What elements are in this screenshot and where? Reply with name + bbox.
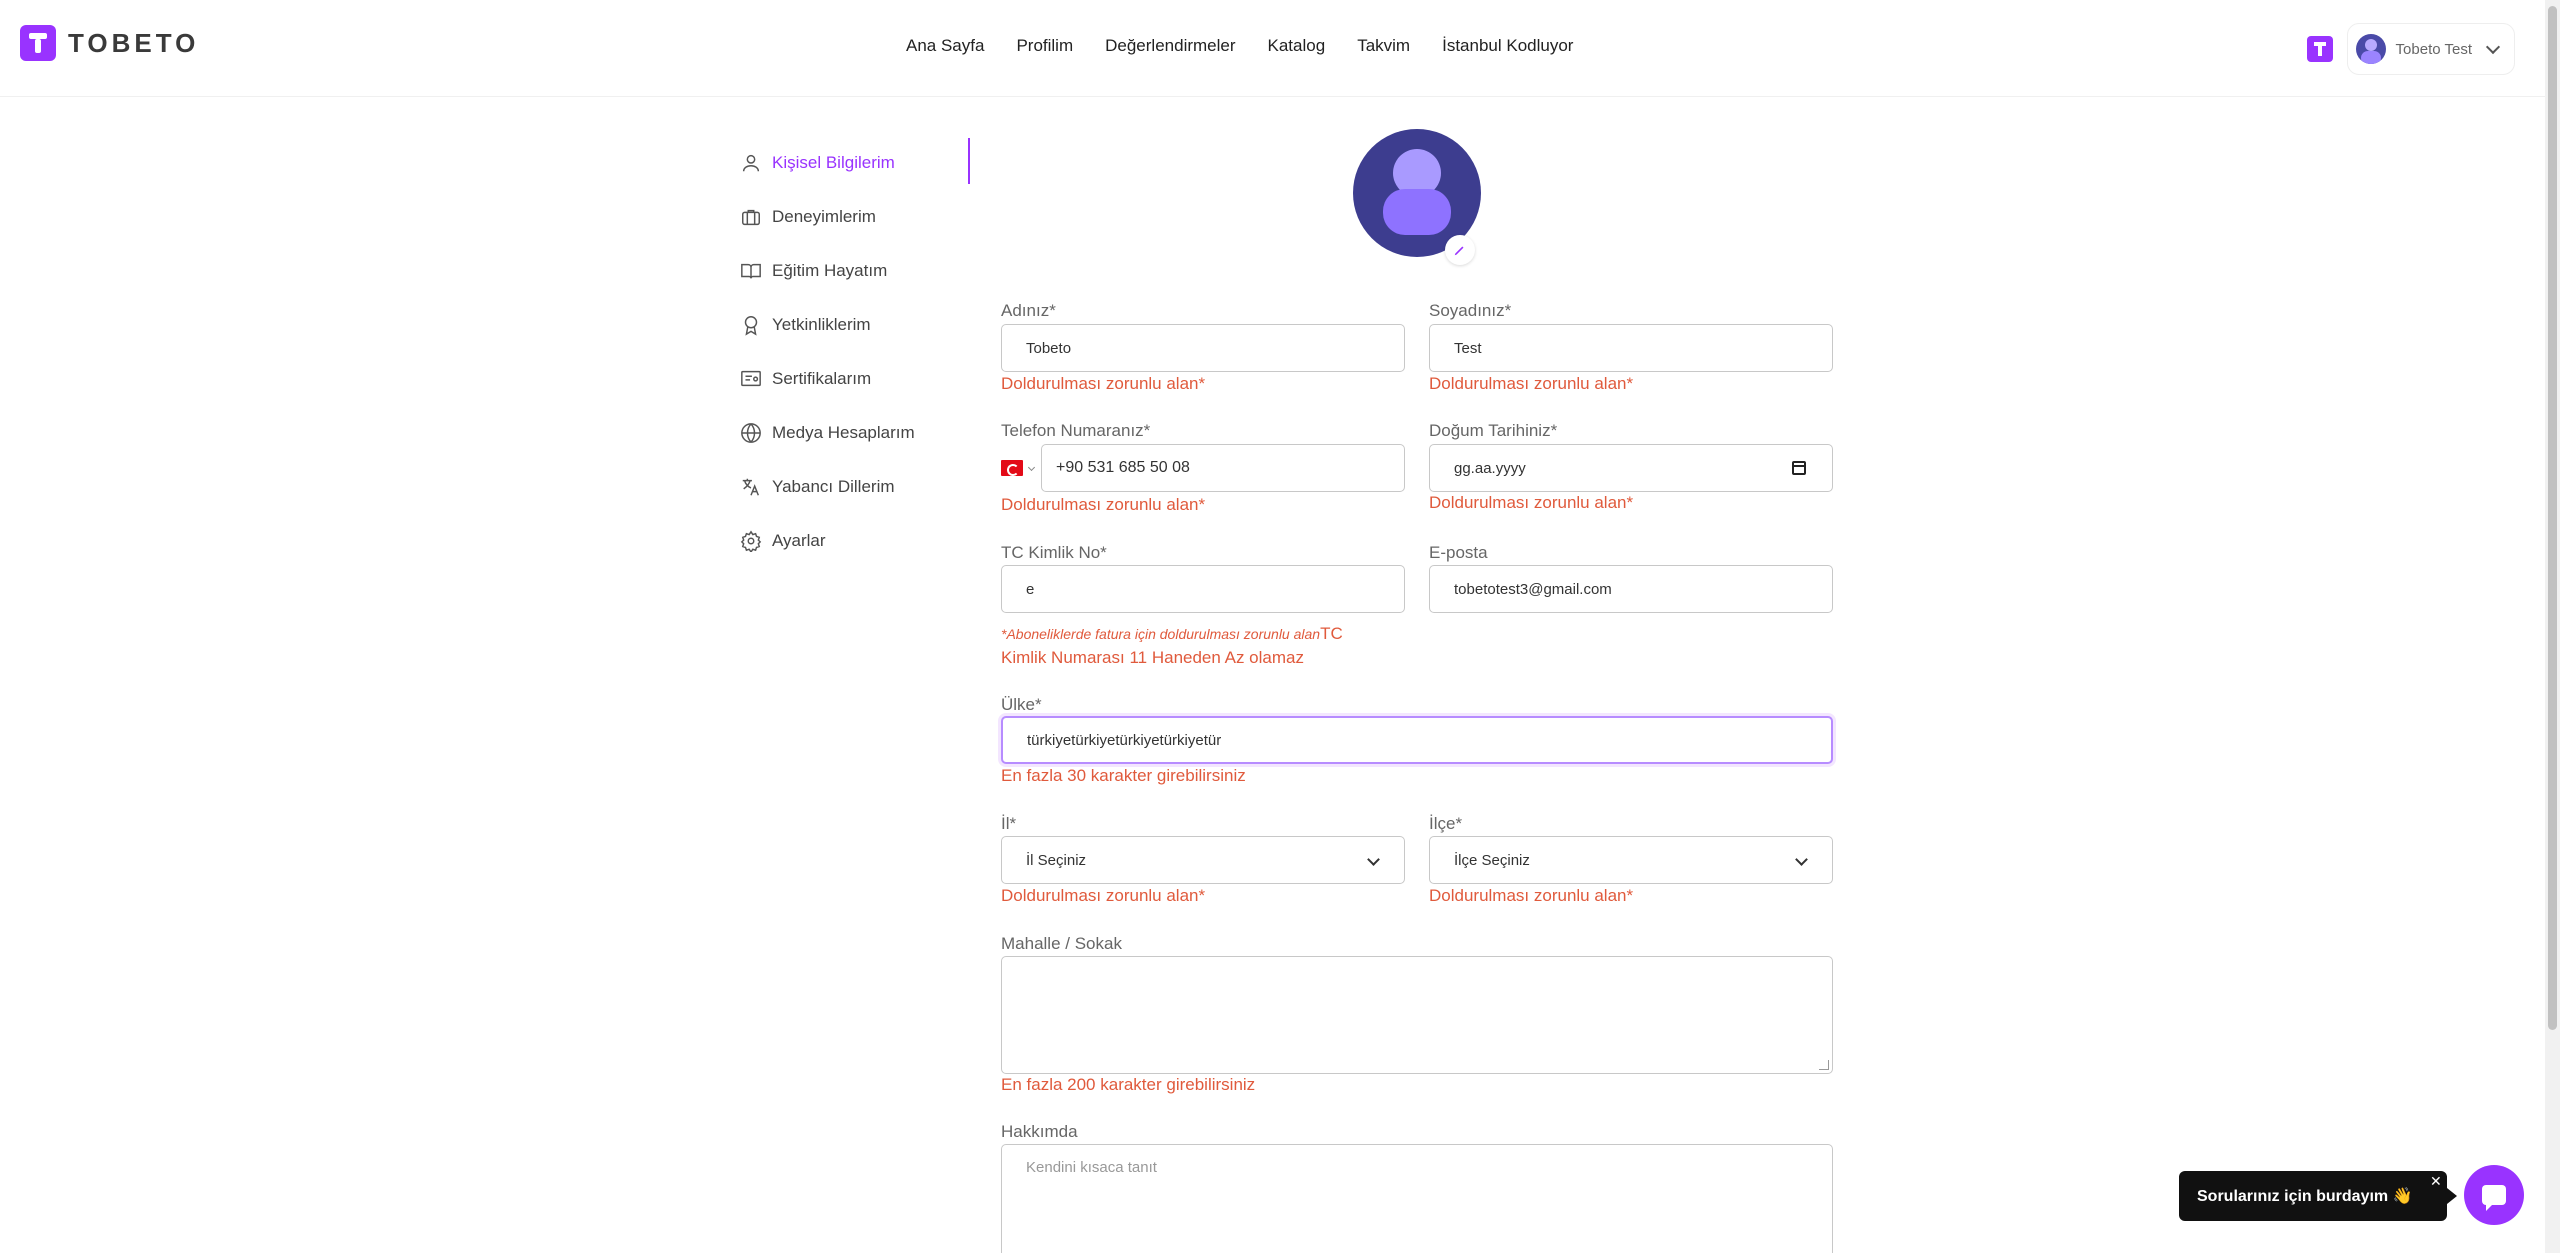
close-icon[interactable]: ✕	[2430, 1173, 2442, 1190]
turkey-flag-icon[interactable]	[1001, 460, 1023, 476]
phone-label: Telefon Numaranız*	[1001, 421, 1151, 440]
about-textarea[interactable]: Kendini kısaca tanıt	[1001, 1144, 1833, 1253]
district-select-value: İlçe Seçiniz	[1454, 851, 1530, 869]
sidebar-item-ayarlar[interactable]: Ayarlar	[740, 514, 970, 568]
chevron-down-icon	[2485, 39, 2501, 55]
street-label: Mahalle / Sokak	[1001, 934, 1122, 953]
sidebar-item-label: Medya Hesaplarım	[772, 423, 915, 442]
chat-icon	[2482, 1185, 2506, 1211]
header-right: Tobeto Test	[2306, 23, 2515, 75]
country-error: En fazla 30 karakter girebilirsiniz	[1001, 766, 1246, 785]
district-label: İlçe*	[1429, 814, 1463, 833]
pencil-icon	[1454, 246, 1464, 256]
chevron-down-icon	[1795, 853, 1808, 866]
first-name-error: Doldurulması zorunlu alan*	[1001, 374, 1206, 393]
city-select[interactable]: İl Seçiniz	[1001, 836, 1405, 884]
chat-button[interactable]	[2464, 1165, 2524, 1225]
sidebar-item-label: Yetkinliklerim	[772, 315, 871, 334]
chevron-down-icon	[1367, 853, 1380, 866]
badge-icon	[740, 314, 762, 336]
last-name-label: Soyadınız*	[1429, 301, 1512, 320]
tc-messages: *Aboneliklerde fatura için doldurulması …	[1001, 622, 1411, 670]
sidebar-item-medya-hesaplarim[interactable]: Medya Hesaplarım	[740, 406, 970, 460]
sidebar-item-label: Ayarlar	[772, 531, 826, 550]
avatar	[2355, 34, 2386, 64]
birth-date-value: gg.aa.yyyy	[1454, 459, 1526, 477]
briefcase-icon	[740, 206, 762, 228]
nav-takvim[interactable]: Takvim	[1357, 36, 1410, 56]
phone-error: Doldurulması zorunlu alan*	[1001, 495, 1206, 514]
user-menu[interactable]: Tobeto Test	[2346, 23, 2515, 75]
email-input[interactable]: tobetotest3@gmail.com	[1429, 565, 1833, 613]
first-name-input[interactable]: Tobeto	[1001, 324, 1405, 372]
calendar-icon[interactable]	[1792, 461, 1806, 475]
book-icon	[740, 260, 762, 282]
nav-degerlendirmeler[interactable]: Değerlendirmeler	[1105, 36, 1235, 56]
sidebar-item-label: Sertifikalarım	[772, 369, 872, 388]
first-name-label: Adınız*	[1001, 301, 1056, 320]
nav-ana-sayfa[interactable]: Ana Sayfa	[906, 36, 984, 56]
resize-handle[interactable]	[1819, 1060, 1829, 1070]
profile-sidebar: Kişisel Bilgilerim Deneyimlerim Eğitim H…	[740, 136, 970, 568]
sidebar-item-egitim-hayatim[interactable]: Eğitim Hayatım	[740, 244, 970, 298]
sidebar-item-kisisel-bilgilerim[interactable]: Kişisel Bilgilerim	[740, 136, 970, 190]
certificate-icon	[740, 368, 762, 390]
street-textarea[interactable]	[1001, 956, 1833, 1074]
sidebar-item-label: Yabancı Dillerim	[772, 477, 895, 496]
nav-istanbul-kodluyor[interactable]: İstanbul Kodluyor	[1442, 36, 1573, 56]
tc-error-part2: Kimlik Numarası 11 Haneden Az olamaz	[1001, 648, 1304, 667]
phone-input[interactable]: +90 531 685 50 08	[1041, 444, 1405, 492]
avatar-body	[1383, 189, 1451, 235]
sidebar-item-label: Eğitim Hayatım	[772, 261, 888, 280]
edit-avatar-button[interactable]	[1445, 235, 1475, 265]
chat-tooltip: Sorularınız için burdayım 👋	[2179, 1171, 2457, 1221]
user-icon	[740, 152, 762, 174]
tobeto-logo[interactable]: TOBETO	[20, 25, 199, 61]
district-error: Doldurulması zorunlu alan*	[1429, 886, 1634, 905]
translate-icon	[740, 476, 762, 498]
globe-icon	[740, 422, 762, 444]
country-label: Ülke*	[1001, 695, 1042, 714]
sidebar-item-label: Kişisel Bilgilerim	[772, 153, 895, 172]
chevron-down-icon	[1027, 463, 1036, 472]
nav-katalog[interactable]: Katalog	[1268, 36, 1326, 56]
main-nav: Ana Sayfa Profilim Değerlendirmeler Kata…	[906, 36, 1573, 56]
profile-avatar[interactable]	[1353, 129, 1481, 265]
tobeto-logo-icon	[20, 25, 56, 61]
user-name: Tobeto Test	[2395, 40, 2472, 58]
street-error: En fazla 200 karakter girebilirsiniz	[1001, 1075, 1256, 1094]
sidebar-item-sertifikalarim[interactable]: Sertifikalarım	[740, 352, 970, 406]
city-select-value: İl Seçiniz	[1026, 851, 1087, 869]
about-placeholder: Kendini kısaca tanıt	[1026, 1159, 1157, 1176]
birth-date-error: Doldurulması zorunlu alan*	[1429, 493, 1634, 512]
birth-date-input[interactable]: gg.aa.yyyy	[1429, 444, 1833, 492]
gear-icon	[740, 530, 762, 552]
sidebar-item-yetkinliklerim[interactable]: Yetkinliklerim	[740, 298, 970, 352]
country-input[interactable]: türkiyetürkiyetürkiyetürkiyetür	[1001, 716, 1833, 764]
sidebar-item-yabanci-dillerim[interactable]: Yabancı Dillerim	[740, 460, 970, 514]
last-name-error: Doldurulması zorunlu alan*	[1429, 374, 1634, 393]
last-name-input[interactable]: Test	[1429, 324, 1833, 372]
tc-input[interactable]: e	[1001, 565, 1405, 613]
tc-label: TC Kimlik No*	[1001, 543, 1107, 562]
sidebar-item-deneyimlerim[interactable]: Deneyimlerim	[740, 190, 970, 244]
city-error: Doldurulması zorunlu alan*	[1001, 886, 1206, 905]
birth-date-label: Doğum Tarihiniz*	[1429, 421, 1558, 440]
about-label: Hakkımda	[1001, 1122, 1078, 1141]
sidebar-item-label: Deneyimlerim	[772, 207, 876, 226]
tc-hint: *Aboneliklerde fatura için doldurulması …	[1001, 626, 1321, 642]
top-header: TOBETO Ana Sayfa Profilim Değerlendirmel…	[0, 0, 2545, 97]
tc-error-part1: TC	[1320, 624, 1343, 643]
logo-text: TOBETO	[68, 27, 200, 58]
page-scrollbar[interactable]	[2545, 0, 2560, 1253]
district-select[interactable]: İlçe Seçiniz	[1429, 836, 1833, 884]
tobeto-app-icon[interactable]	[2306, 36, 2333, 62]
city-label: İl*	[1001, 814, 1017, 833]
scrollbar-thumb[interactable]	[2548, 6, 2557, 1030]
email-label: E-posta	[1429, 543, 1488, 562]
nav-profilim[interactable]: Profilim	[1016, 36, 1073, 56]
